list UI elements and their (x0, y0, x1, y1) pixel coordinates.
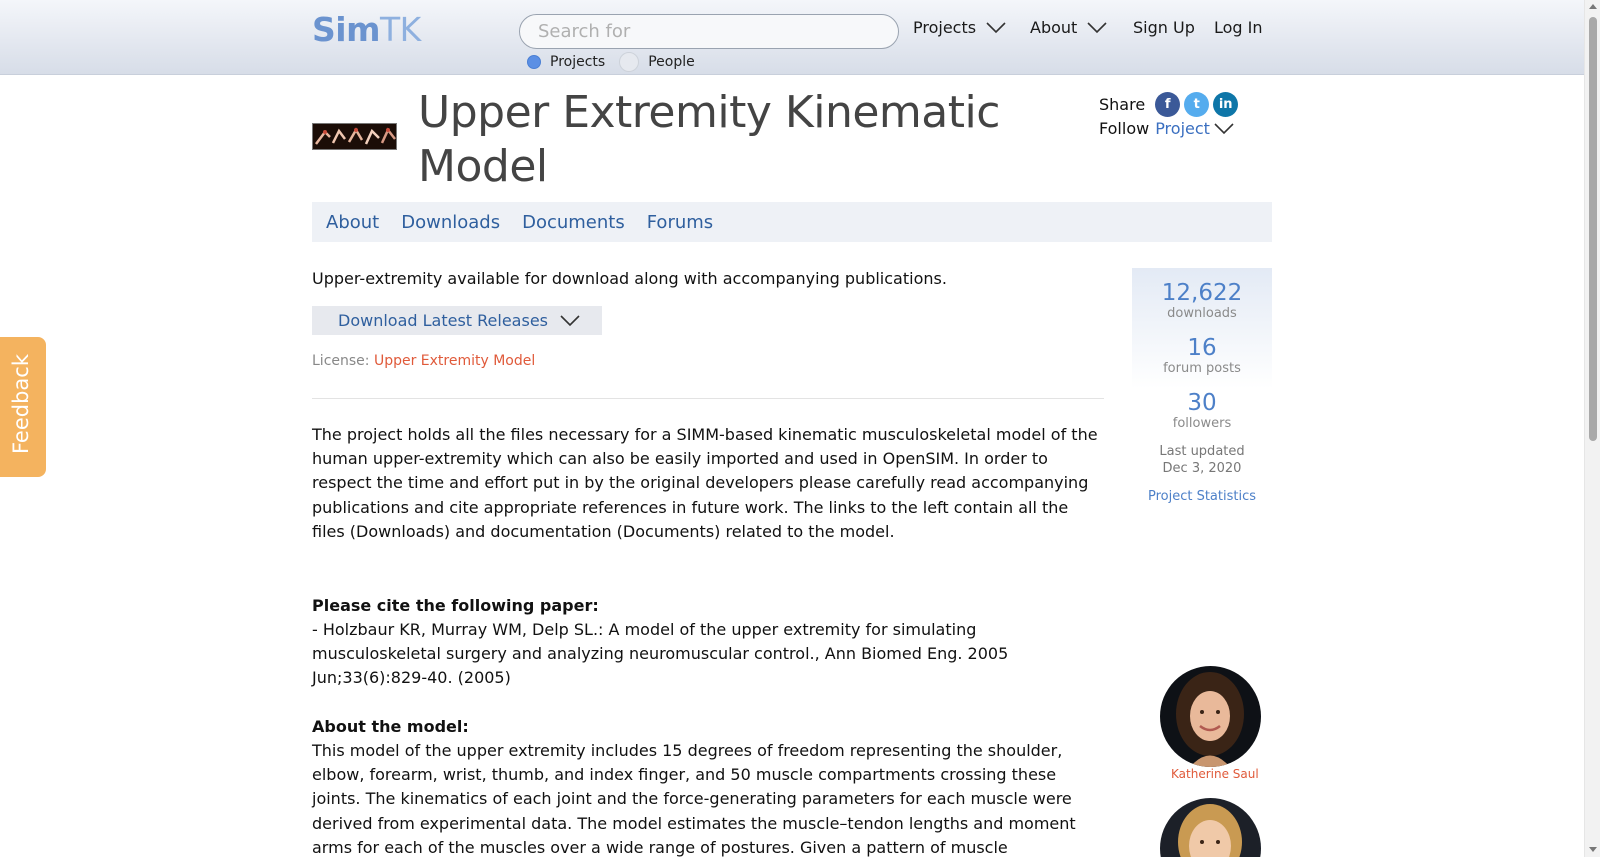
nav-projects-label: Projects (913, 18, 977, 37)
follow-bar: Follow Project (1099, 119, 1234, 138)
license-link[interactable]: Upper Extremity Model (374, 353, 535, 369)
arm-model-thumbnail (313, 124, 396, 149)
person-name-link[interactable]: Katherine Saul (1171, 767, 1259, 781)
follow-project-dropdown[interactable]: Project (1155, 119, 1234, 138)
scrollbar-thumb[interactable] (1589, 17, 1597, 441)
radio-projects-label: Projects (550, 54, 606, 70)
project-description: The project holds all the files necessar… (312, 425, 1098, 541)
license-line: License: Upper Extremity Model (312, 353, 535, 369)
facebook-icon[interactable]: f (1155, 92, 1181, 117)
person-photo (1160, 666, 1261, 767)
radio-unselected-icon (619, 52, 640, 72)
chevron-down-icon (1214, 122, 1234, 134)
chevron-down-icon (1087, 21, 1107, 33)
forum-posts-label: forum posts (1163, 361, 1241, 376)
person-photo (1160, 798, 1261, 857)
top-header: SimTK Projects People Projects About Sig… (0, 0, 1584, 75)
project-stats-panel: 12,622 downloads 16 forum posts 30 follo… (1132, 268, 1272, 536)
linkedin-icon[interactable]: in (1213, 92, 1239, 117)
downloads-label: downloads (1167, 306, 1237, 321)
project-summary: Upper-extremity available for download a… (312, 269, 947, 288)
cite-heading: Please cite the following paper: (312, 596, 599, 615)
last-updated-date: Dec 3, 2020 (1162, 461, 1242, 476)
tab-documents[interactable]: Documents (522, 212, 625, 233)
radio-people-label: People (648, 54, 695, 70)
feedback-tab[interactable]: Feedback (0, 337, 46, 477)
tab-downloads[interactable]: Downloads (401, 212, 500, 233)
nav-signup-label: Sign Up (1133, 18, 1195, 37)
nav-about-label: About (1030, 18, 1078, 37)
simtk-logo[interactable]: SimTK (312, 10, 421, 49)
followers-count: 30 (1187, 390, 1217, 416)
avatar[interactable] (1160, 798, 1261, 857)
project-tabs: About Downloads Documents Forums (312, 202, 1272, 242)
nav-login-link[interactable]: Log In (1214, 18, 1263, 37)
scroll-up-icon[interactable] (1589, 4, 1597, 9)
chevron-down-icon (560, 314, 580, 326)
project-title: Upper Extremity Kinematic Model (418, 87, 1000, 192)
nav-signup-link[interactable]: Sign Up (1133, 18, 1195, 37)
scroll-down-icon[interactable] (1589, 847, 1597, 852)
feedback-label: Feedback (9, 353, 33, 454)
downloads-count: 12,622 (1161, 280, 1243, 306)
cite-text: - Holzbaur KR, Murray WM, Delp SL.: A mo… (312, 620, 1009, 688)
project-statistics-link[interactable]: Project Statistics (1132, 489, 1272, 504)
search-input[interactable] (519, 14, 899, 49)
radio-selected-icon (527, 55, 541, 69)
avatar[interactable] (1160, 666, 1261, 767)
nav-about-menu[interactable]: About (1030, 18, 1107, 37)
radio-people[interactable]: People (619, 52, 695, 72)
share-label: Share (1099, 95, 1146, 114)
about-model-text: This model of the upper extremity includ… (312, 741, 1076, 857)
logo-tk-text: TK (379, 10, 421, 49)
project-logo-image (312, 123, 397, 150)
download-button-label: Download Latest Releases (338, 311, 548, 330)
license-label: License: (312, 353, 370, 369)
tab-forums[interactable]: Forums (647, 212, 713, 233)
download-latest-releases-button[interactable]: Download Latest Releases (312, 306, 602, 335)
page-scrollbar[interactable] (1584, 0, 1600, 857)
chevron-down-icon (986, 21, 1006, 33)
follow-label: Follow (1099, 119, 1150, 138)
tab-about[interactable]: About (326, 212, 379, 233)
radio-projects[interactable]: Projects (527, 54, 605, 70)
twitter-icon[interactable]: t (1184, 92, 1210, 117)
last-updated-label: Last updated (1159, 444, 1245, 459)
followers-label: followers (1172, 416, 1232, 431)
about-model-heading: About the model: (312, 717, 469, 736)
nav-projects-menu[interactable]: Projects (913, 18, 1006, 37)
forum-posts-count: 16 (1187, 335, 1217, 361)
search-scope-radios: Projects People (527, 52, 713, 72)
logo-sim-text: Sim (312, 10, 380, 49)
nav-login-label: Log In (1214, 18, 1263, 37)
content-divider (312, 398, 1104, 399)
share-bar: Share f t in (1099, 92, 1239, 117)
follow-project-label: Project (1155, 119, 1210, 138)
